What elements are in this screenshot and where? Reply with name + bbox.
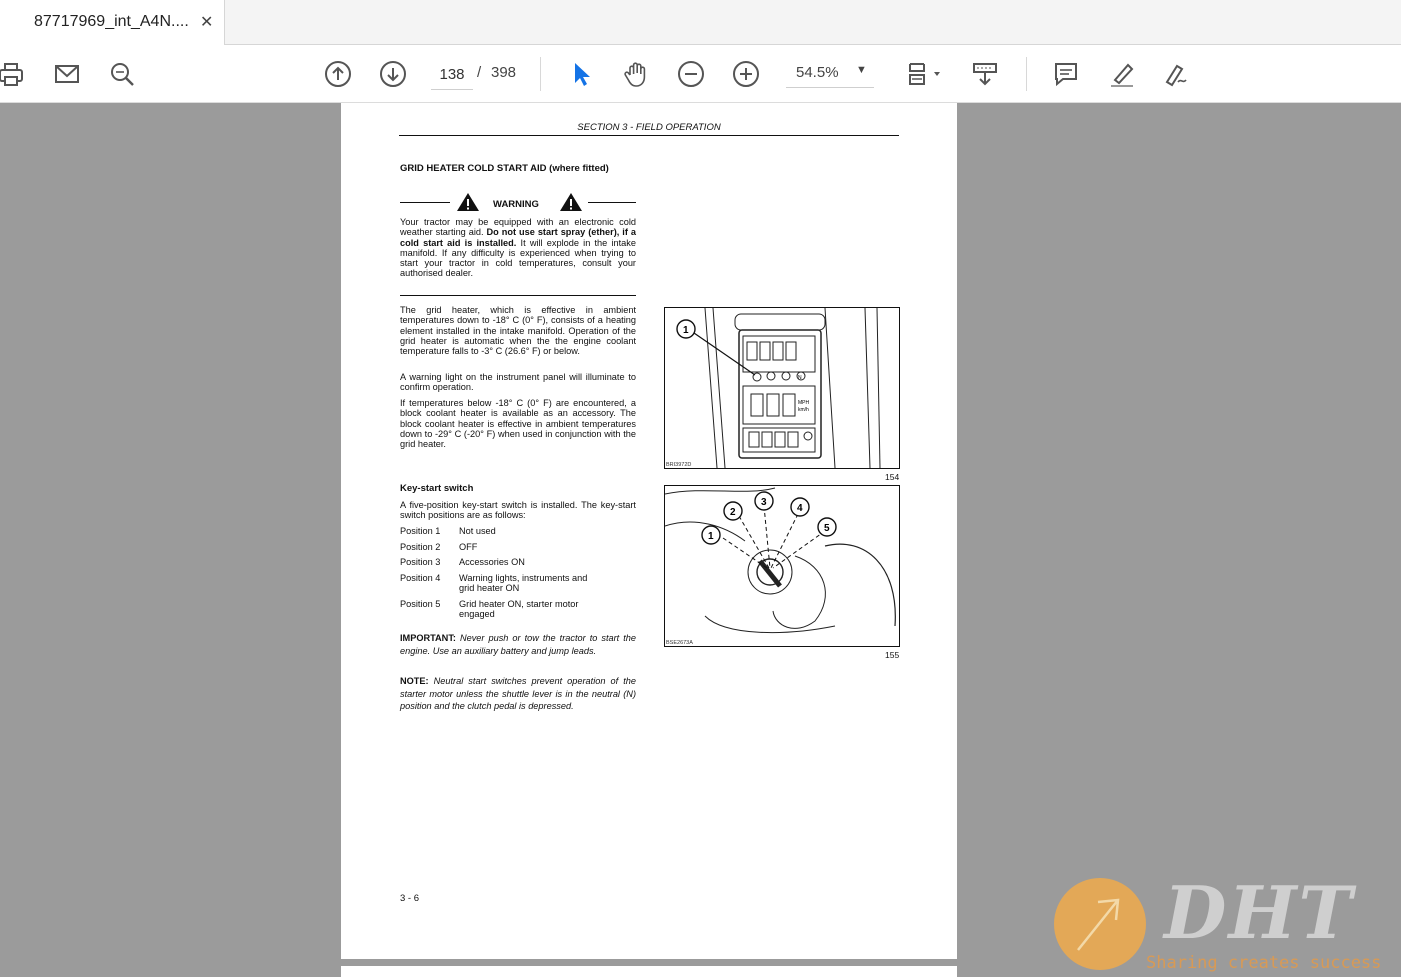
tab-bar: 87717969_int_A4N.... ✕ xyxy=(0,0,1401,45)
figure-callout: 3 xyxy=(761,497,767,508)
instrument-panel-figure: N MPH km/h 1 BRI3972D xyxy=(664,307,900,469)
zoom-out-icon[interactable] xyxy=(674,57,708,91)
fit-page-icon[interactable] xyxy=(898,57,946,91)
previous-page-icon[interactable] xyxy=(321,57,355,91)
figure-callout: 5 xyxy=(824,523,830,534)
select-cursor-icon[interactable] xyxy=(564,57,598,91)
key-switch-illustration: 1 2 3 4 5 xyxy=(665,487,896,634)
key-switch-figure: 1 2 3 4 5 BSE2673A xyxy=(664,485,900,647)
figure-number: 154 xyxy=(885,472,900,482)
instrument-panel-illustration: N MPH km/h 1 xyxy=(676,308,881,468)
page-total: 398 xyxy=(491,64,517,81)
tab-close-icon[interactable]: ✕ xyxy=(200,12,213,32)
neutral-indicator-label: N xyxy=(798,375,802,381)
figure-code: BRI3972D xyxy=(666,462,692,468)
header-rule xyxy=(399,135,899,136)
page-number: 3 - 6 xyxy=(400,893,420,904)
figure-callout: 2 xyxy=(730,507,736,518)
keystart-heading: Key-start switch xyxy=(400,483,474,494)
neutral-start-note: NOTE: Neutral start switches prevent ope… xyxy=(400,676,636,711)
warning-label: WARNING xyxy=(493,199,539,210)
hand-tool-icon[interactable] xyxy=(619,57,653,91)
block-heater-paragraph: If temperatures below -18° C (0° F) are … xyxy=(400,398,636,450)
next-page-icon[interactable] xyxy=(376,57,410,91)
warning-banner: WARNING xyxy=(400,192,636,214)
warning-light-paragraph: A warning light on the instrument panel … xyxy=(400,372,636,393)
grid-heater-paragraph: The grid heater, which is effective in a… xyxy=(400,305,636,357)
toolbar-divider xyxy=(540,57,541,91)
scroll-mode-icon[interactable] xyxy=(968,57,1002,91)
highlight-pen-icon[interactable] xyxy=(1105,57,1139,91)
zoom-in-icon[interactable] xyxy=(729,57,763,91)
watermark-text: DHT xyxy=(1164,870,1355,955)
zoom-value: 54.5% xyxy=(796,64,839,81)
page-separator: / xyxy=(477,64,482,81)
page-header: SECTION 3 - FIELD OPERATION xyxy=(577,122,721,133)
chevron-down-icon: ▼ xyxy=(856,64,867,76)
warning-triangle-icon xyxy=(560,193,582,211)
warning-end-rule xyxy=(400,295,636,296)
keystart-intro: A five-position key-start switch is inst… xyxy=(400,500,636,521)
print-icon[interactable] xyxy=(0,57,28,91)
warning-triangle-icon xyxy=(457,193,479,211)
watermark-logo xyxy=(1054,878,1146,970)
section-heading: GRID HEATER COLD START AID (where fitted… xyxy=(400,163,609,174)
tab-title: 87717969_int_A4N.... xyxy=(34,13,189,30)
email-icon[interactable] xyxy=(50,57,84,91)
document-tab[interactable]: 87717969_int_A4N.... ✕ xyxy=(0,0,225,45)
page-number-input[interactable] xyxy=(431,59,473,90)
document-page: SECTION 3 - FIELD OPERATION GRID HEATER … xyxy=(341,103,957,959)
mph-label: MPH xyxy=(798,400,810,406)
kmh-label: km/h xyxy=(798,407,809,413)
zoom-level-dropdown[interactable]: 54.5% ▼ xyxy=(786,59,874,88)
comment-icon[interactable] xyxy=(1049,57,1083,91)
warning-rule-right xyxy=(588,202,636,203)
warning-rule-left xyxy=(400,202,450,203)
next-document-page xyxy=(341,966,957,977)
sign-icon[interactable] xyxy=(1159,57,1193,91)
watermark: DHT Sharing creates success xyxy=(1052,870,1401,977)
zoom-search-icon[interactable] xyxy=(105,57,139,91)
watermark-subtitle: Sharing creates success xyxy=(1146,953,1382,973)
important-note: IMPORTANT: Never push or tow the tractor… xyxy=(400,633,636,656)
warning-paragraph: Your tractor may be equipped with an ele… xyxy=(400,217,636,279)
figure-callout: 1 xyxy=(708,531,714,542)
toolbar: / 398 54.5% ▼ xyxy=(0,45,1401,103)
figure-number: 155 xyxy=(885,650,900,660)
toolbar-divider xyxy=(1026,57,1027,91)
figure-callout: 4 xyxy=(797,503,803,514)
figure-code: BSE2673A xyxy=(666,640,693,646)
figure-callout: 1 xyxy=(683,325,689,336)
